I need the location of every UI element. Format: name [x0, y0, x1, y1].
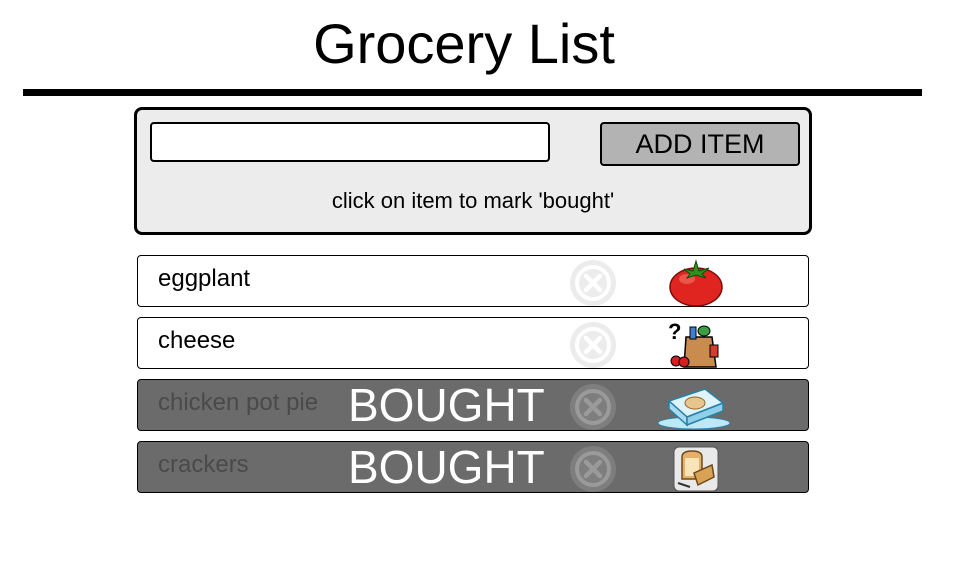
title-divider: [23, 89, 922, 96]
list-item[interactable]: crackers BOUGHT: [137, 441, 809, 493]
list-item[interactable]: cheese ?: [137, 317, 809, 369]
grocery-list: eggplant cheese ? chicken pot pie BOUGHT…: [137, 255, 809, 503]
tomato-icon: [660, 257, 732, 307]
instruction-text: click on item to mark 'bought': [331, 188, 615, 213]
close-circle-icon: [575, 327, 611, 363]
svg-text:?: ?: [668, 319, 681, 344]
list-item[interactable]: eggplant: [137, 255, 809, 307]
item-input[interactable]: [150, 122, 550, 162]
list-item[interactable]: chicken pot pie BOUGHT: [137, 379, 809, 431]
delete-item-button[interactable]: [570, 322, 616, 368]
delete-item-button[interactable]: [570, 260, 616, 306]
delete-item-button[interactable]: [570, 446, 616, 492]
frozen-food-icon: [655, 381, 733, 431]
bought-badge: BOUGHT: [348, 379, 545, 431]
close-circle-icon: [575, 265, 611, 301]
item-name: chicken pot pie: [158, 389, 319, 416]
page-title: Grocery List: [313, 12, 615, 75]
delete-item-button[interactable]: [570, 384, 616, 430]
item-name: cheese: [158, 327, 236, 354]
bought-badge: BOUGHT: [348, 441, 545, 493]
page: Grocery List ADD ITEM click on item to m…: [0, 0, 953, 581]
item-name: eggplant: [158, 265, 251, 292]
grocery-bag-icon: ?: [660, 319, 732, 369]
close-circle-icon: [575, 451, 611, 487]
close-circle-icon: [575, 389, 611, 425]
item-name: crackers: [158, 451, 249, 478]
add-item-button[interactable]: ADD ITEM: [600, 122, 800, 166]
add-item-panel: ADD ITEM click on item to mark 'bought': [134, 107, 812, 235]
bread-icon: [660, 443, 732, 493]
